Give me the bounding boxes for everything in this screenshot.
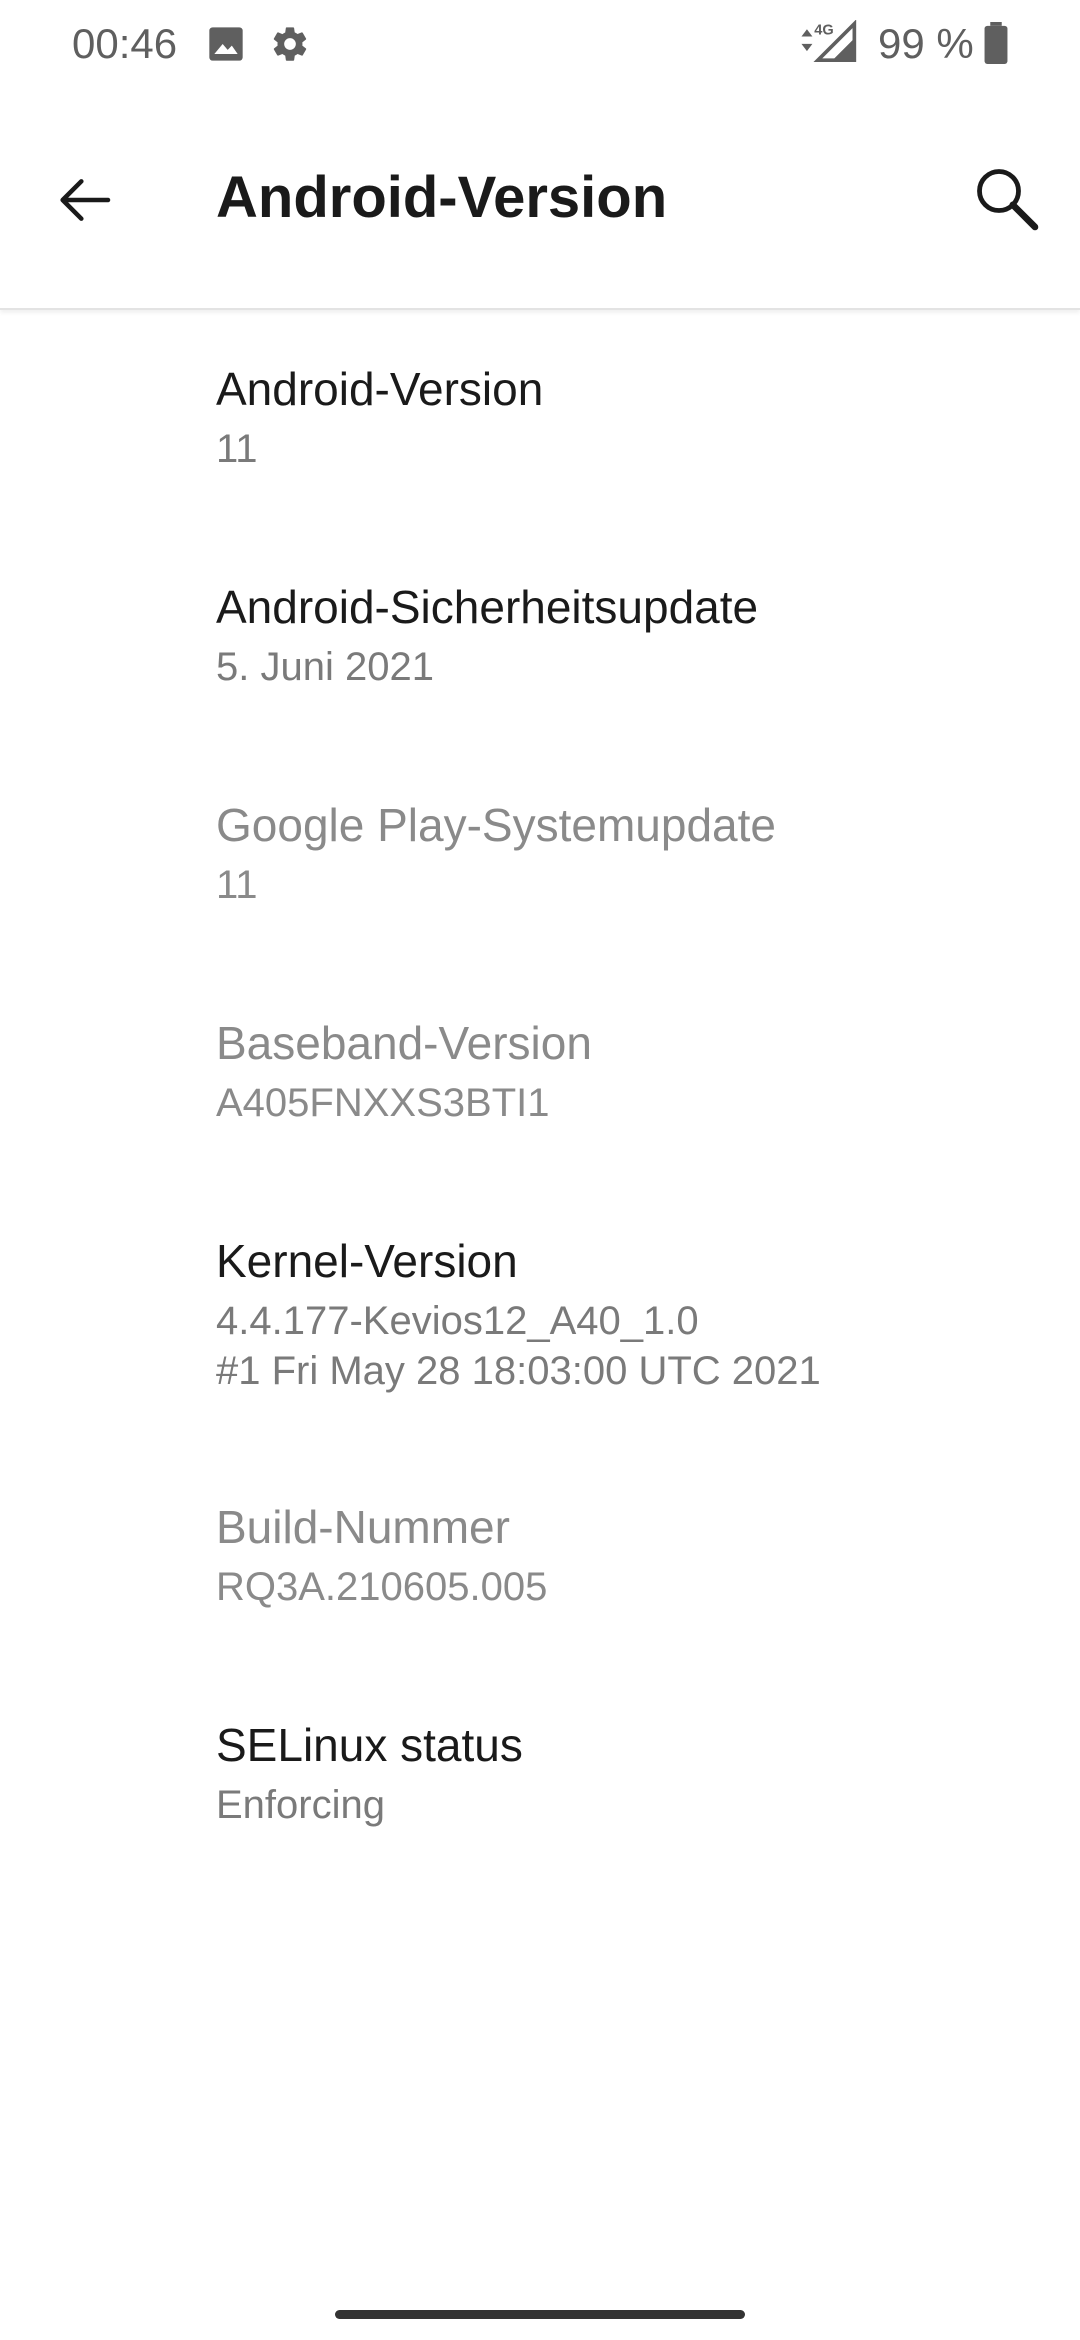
item-value: RQ3A.210605.005 [216, 1565, 548, 1609]
list-item-android-version[interactable]: Android-Version 11 [0, 310, 1080, 528]
image-icon [209, 27, 243, 61]
network-type-label: 4G [814, 23, 833, 39]
battery-icon [984, 22, 1008, 64]
status-bar: 00:46 4G 99 % [0, 0, 1080, 90]
list-item-security-update[interactable]: Android-Sicherheitsupdate 5. Juni 2021 [0, 528, 1080, 746]
gear-icon [273, 27, 307, 61]
item-value: 5. Juni 2021 [216, 645, 434, 689]
item-title: Kernel-Version [216, 1235, 518, 1287]
battery-percentage: 99 % [878, 20, 974, 67]
list-item-baseband-version: Baseband-Version A405FNXXS3BTI1 [0, 964, 1080, 1182]
item-title: Google Play-Systemupdate [216, 799, 776, 851]
back-button[interactable] [36, 152, 132, 248]
item-title: Build-Nummer [216, 1501, 510, 1553]
item-title: Android-Version [216, 363, 544, 415]
status-time: 00:46 [72, 20, 178, 67]
item-value: Enforcing [216, 1783, 385, 1827]
item-title: Android-Sicherheitsupdate [216, 581, 759, 633]
list-item-kernel-version[interactable]: Kernel-Version 4.4.177-Kevios12_A40_1.0 … [0, 1182, 1080, 1450]
item-value: 11 [216, 863, 258, 907]
search-icon [977, 169, 1039, 231]
item-title: Baseband-Version [216, 1017, 592, 1069]
item-value: 4.4.177-Kevios12_A40_1.0 #1 Fri May 28 1… [216, 1299, 821, 1393]
signal-4g-icon: 4G [801, 20, 857, 63]
item-value: A405FNXXS3BTI1 [216, 1081, 550, 1125]
page-title: Android-Version [216, 165, 668, 230]
item-title: SELinux status [216, 1719, 523, 1771]
list-item-google-play-update: Google Play-Systemupdate 11 [0, 746, 1080, 964]
list-item-selinux-status[interactable]: SELinux status Enforcing [0, 1668, 1080, 1886]
app-bar: Android-Version [0, 90, 1080, 310]
home-gesture-bar[interactable] [335, 2310, 745, 2319]
list-item-build-number: Build-Nummer RQ3A.210605.005 [0, 1450, 1080, 1668]
item-value: 11 [216, 427, 258, 471]
arrow-back-icon [60, 179, 111, 221]
search-button[interactable] [960, 152, 1056, 248]
